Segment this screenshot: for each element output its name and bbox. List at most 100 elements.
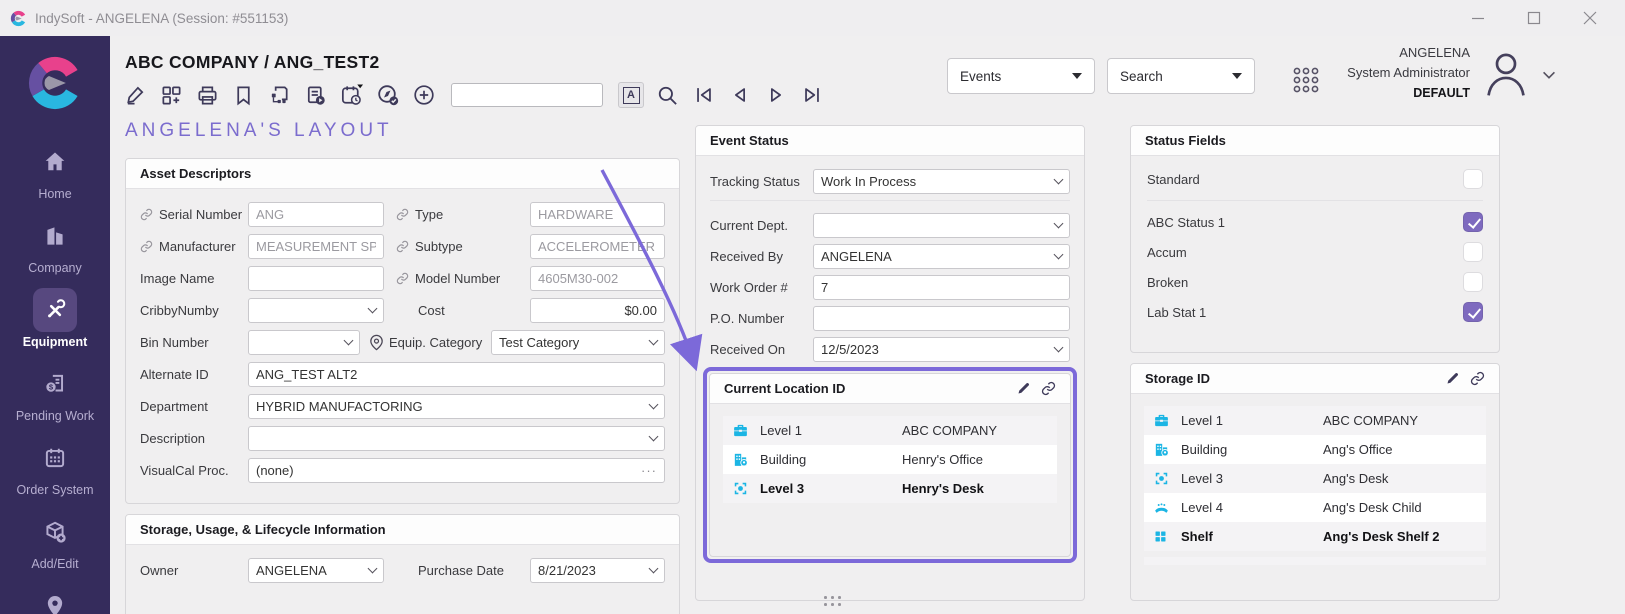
nav-last-icon[interactable] <box>799 82 824 108</box>
nav-prev-icon[interactable] <box>727 82 752 108</box>
quick-find-input[interactable] <box>451 83 603 107</box>
layout-title: ANGELENA'S LAYOUT <box>125 120 393 142</box>
edit-pencil-icon[interactable] <box>1445 371 1460 386</box>
department-dropdown[interactable]: HYBRID MANUFACTORING <box>248 394 665 419</box>
image-name-field[interactable] <box>248 266 384 291</box>
bookmark-icon[interactable] <box>231 82 256 108</box>
home-icon <box>33 140 77 184</box>
status-row: Accum <box>1131 237 1499 267</box>
storage-row[interactable]: Shelf Ang's Desk Shelf 2 <box>1144 522 1486 551</box>
purchase-date-dropdown[interactable]: 8/21/2023 <box>530 558 665 583</box>
storage-row[interactable]: Building Ang's Office <box>1144 435 1486 464</box>
close-button[interactable] <box>1583 11 1597 25</box>
user-name: ANGELENA <box>1210 45 1470 60</box>
copy-structure-icon[interactable] <box>267 82 292 108</box>
subtype-field[interactable] <box>530 234 665 259</box>
nav-first-icon[interactable] <box>691 82 716 108</box>
sidebar-item-company[interactable]: Company <box>0 214 110 275</box>
link-icon[interactable] <box>1041 381 1056 396</box>
po-number-field[interactable] <box>813 306 1070 331</box>
panel-title: Status Fields <box>1145 133 1485 148</box>
work-order-field[interactable] <box>813 275 1070 300</box>
chevron-down-icon <box>1054 219 1064 229</box>
sidebar-item-equipment[interactable]: Equipment <box>0 288 110 349</box>
model-number-field[interactable] <box>530 266 665 291</box>
current-dept-dropdown[interactable] <box>813 213 1070 238</box>
hand-icon <box>1153 499 1181 516</box>
bin-number-dropdown[interactable] <box>248 330 360 355</box>
storage-row[interactable]: Level 3 Ang's Desk <box>1144 464 1486 493</box>
storage-table: Level 1 ABC COMPANY Building Ang's Offic… <box>1144 406 1486 551</box>
panel-title: Storage ID <box>1145 371 1445 386</box>
broken-checkbox[interactable] <box>1463 272 1483 292</box>
owner-dropdown[interactable]: ANGELENA <box>248 558 384 583</box>
link-icon <box>396 272 409 285</box>
storage-usage-panel: Storage, Usage, & Lifecycle Information … <box>125 514 680 614</box>
avatar-icon[interactable] <box>1479 47 1533 106</box>
link-icon[interactable] <box>1470 371 1485 386</box>
storage-id-panel: Storage ID Level 1 ABC COMPANY Building <box>1130 363 1500 601</box>
main-content: ABC COMPANY / ANG_TEST2 <box>110 36 1625 614</box>
storage-row[interactable]: Level 1 ABC COMPANY <box>1144 406 1486 435</box>
edit-icon[interactable] <box>123 82 148 108</box>
storage-row[interactable]: Level 4 Ang's Desk Child <box>1144 493 1486 522</box>
abc-status-1-checkbox[interactable] <box>1463 212 1483 232</box>
app-logo-icon <box>10 10 27 27</box>
add-edit-icon <box>33 510 77 554</box>
maximize-button[interactable] <box>1527 11 1541 25</box>
location-row[interactable]: Level 1 ABC COMPANY <box>723 416 1057 445</box>
panel-title: Storage, Usage, & Lifecycle Information <box>140 522 665 537</box>
sidebar-item-locations[interactable]: Locations <box>0 584 110 614</box>
visualcal-proc-field[interactable]: (none)··· <box>248 458 665 483</box>
add-circle-icon[interactable] <box>411 82 436 108</box>
chevron-down-icon <box>649 432 659 442</box>
alternate-id-field[interactable] <box>248 362 665 387</box>
sidebar-item-add-edit[interactable]: Add/Edit <box>0 510 110 571</box>
received-on-dropdown[interactable]: 12/5/2023 <box>813 337 1070 362</box>
focus-icon <box>1153 470 1181 487</box>
schedule-event-icon[interactable] <box>339 82 364 108</box>
lab-stat-1-checkbox[interactable] <box>1463 302 1483 322</box>
edit-pencil-icon[interactable] <box>1016 381 1031 396</box>
minimize-button[interactable] <box>1471 11 1485 25</box>
chevron-down-icon <box>1054 343 1064 353</box>
serial-number-field[interactable] <box>248 202 384 227</box>
map-pin-icon[interactable] <box>368 334 385 351</box>
app-window: IndySoft - ANGELENA (Session: #551153) H… <box>0 0 1625 614</box>
events-dropdown[interactable]: Events <box>947 58 1095 94</box>
type-field[interactable] <box>530 202 665 227</box>
received-by-dropdown[interactable]: ANGELENA <box>813 244 1070 269</box>
event-status-panel: Event Status Tracking Status Work In Pro… <box>695 125 1085 601</box>
nav-next-icon[interactable] <box>763 82 788 108</box>
dropdown-caret-icon <box>1072 73 1082 79</box>
print-icon[interactable] <box>195 82 220 108</box>
briefcase-icon <box>1153 412 1181 429</box>
chevron-down-icon <box>1054 250 1064 260</box>
app-logo-large <box>26 54 84 117</box>
description-dropdown[interactable] <box>248 426 665 451</box>
audit-check-icon[interactable] <box>375 82 400 108</box>
search-icon[interactable] <box>655 82 680 108</box>
standard-checkbox[interactable] <box>1463 169 1483 189</box>
run-report-icon[interactable] <box>303 82 328 108</box>
tracking-status-dropdown[interactable]: Work In Process <box>813 169 1070 194</box>
accum-checkbox[interactable] <box>1463 242 1483 262</box>
add-window-icon[interactable] <box>159 82 184 108</box>
resize-handle[interactable] <box>824 596 842 607</box>
sidebar-item-pending-work[interactable]: $ Pending Work <box>0 362 110 423</box>
cost-field[interactable] <box>530 298 665 323</box>
user-menu-chevron-icon[interactable] <box>1540 66 1558 89</box>
location-row[interactable]: Level 3 Henry's Desk <box>723 474 1057 503</box>
breadcrumb: ABC COMPANY / ANG_TEST2 <box>125 52 380 73</box>
location-table: Level 1 ABC COMPANY Building Henry's Off… <box>723 416 1057 503</box>
location-row[interactable]: Building Henry's Office <box>723 445 1057 474</box>
more-button[interactable]: ··· <box>641 463 657 478</box>
chevron-down-icon <box>649 336 659 346</box>
sidebar-item-order-system[interactable]: Order System <box>0 436 110 497</box>
cribbynumby-dropdown[interactable] <box>248 298 384 323</box>
manufacturer-field[interactable] <box>248 234 384 259</box>
sidebar: Home Company Equipment $ <box>0 36 110 614</box>
equip-category-dropdown[interactable]: Test Category <box>491 330 665 355</box>
match-case-button[interactable]: A <box>618 82 644 108</box>
sidebar-item-home[interactable]: Home <box>0 140 110 201</box>
